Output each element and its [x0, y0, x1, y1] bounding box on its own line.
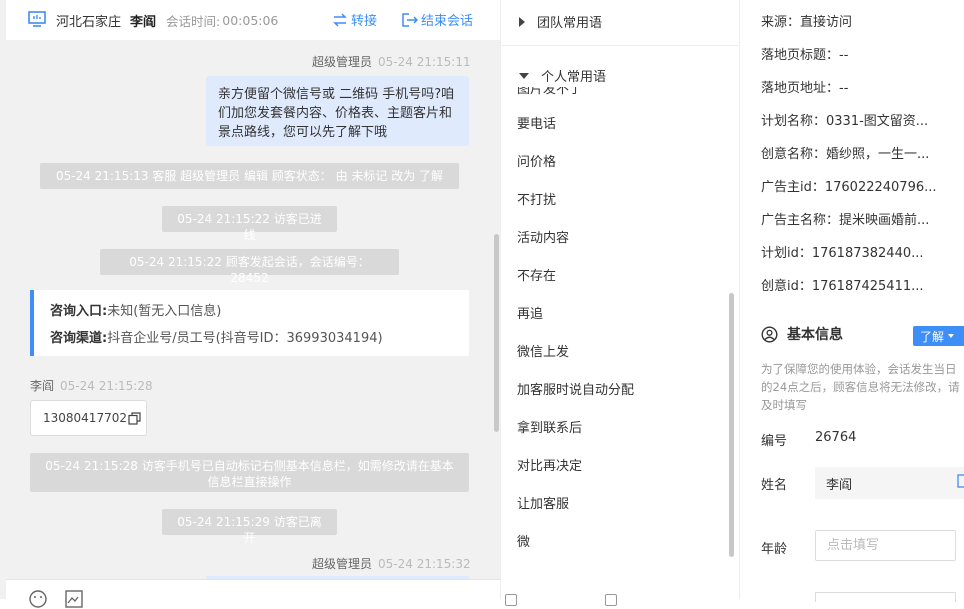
visitor-phone-message: 13080417702 [30, 400, 147, 436]
name-value: 李阎 [826, 477, 853, 493]
agent-message-meta: 超级管理员 05-24 21:15:11 [312, 53, 471, 70]
monitor-icon [28, 11, 46, 27]
basic-info-title: 基本信息 [761, 324, 843, 344]
message-sender: 超级管理员 [312, 55, 373, 69]
message-time: 05-24 21:15:28 [60, 379, 153, 393]
image-icon[interactable] [64, 589, 84, 609]
transfer-label: 转接 [351, 14, 378, 29]
name-field[interactable]: 李阎 [815, 467, 964, 499]
edit-notice: 为了保障您的使用体验，会话发生当日的24点之后，顾客信息将无法修改，请及时填写 [761, 362, 960, 412]
user-circle-icon [761, 325, 778, 343]
caret-right-icon [519, 16, 525, 27]
copy-icon[interactable] [956, 474, 964, 488]
caret-down-icon [519, 72, 529, 79]
system-message: 05-24 21:15:22 顾客发起会话，会话编号：28452 [100, 249, 399, 285]
chat-panel: 河北石家庄 李阎 会话时间: 00:05:06 转接 结束会话 超级管理员 05-… [0, 0, 500, 608]
transfer-button[interactable]: 转接 [332, 10, 377, 29]
visitor-location: 河北石家庄 [56, 14, 122, 30]
agent-message-meta: 超级管理员 05-24 21:15:32 [312, 555, 471, 572]
phrase-item[interactable]: 活动内容 [517, 227, 569, 246]
divider [501, 45, 741, 46]
phrase-item[interactable]: 不存在 [517, 265, 556, 284]
info-plan-id: 计划id：176187382440... [761, 246, 924, 261]
age-input[interactable] [815, 530, 956, 561]
checkbox[interactable] [505, 594, 517, 606]
chat-toolbar [6, 579, 500, 608]
chat-header: 河北石家庄 李阎 会话时间: 00:05:06 转接 结束会话 [6, 0, 500, 40]
exit-icon [402, 12, 418, 27]
system-message: 05-24 21:15:22 访客已进线 [162, 206, 337, 242]
copy-icon[interactable] [128, 411, 141, 425]
basic-info-label: 基本信息 [787, 327, 843, 343]
consult-channel-label: 咨询渠道: [50, 331, 108, 346]
number-label: 编号 [761, 434, 788, 449]
info-creative-name: 创意名称：婚纱照，一生一... [761, 147, 930, 162]
consult-entry-label: 咨询入口: [50, 304, 108, 319]
message-sender: 李阎 [30, 379, 55, 393]
transfer-icon [333, 12, 347, 27]
phrase-item[interactable]: 图片发不了 [517, 87, 582, 97]
chat-scrollbar[interactable] [494, 234, 499, 432]
system-message: 05-24 21:15:13 客服 超级管理员 编辑 顾客状态： 由 未标记 改… [40, 163, 459, 189]
visitor-phone: 13080417702 [43, 411, 127, 425]
system-message: 05-24 21:15:29 访客已离开 [162, 509, 337, 545]
info-advertiser-id: 广告主id：176022240796... [761, 180, 937, 195]
team-phrases-group[interactable]: 团队常用语 [519, 12, 602, 31]
personal-phrases-group[interactable]: 个人常用语 [519, 66, 606, 85]
info-landing-url: 落地页地址：-- [761, 81, 849, 96]
phrase-item[interactable]: 再追 [517, 303, 543, 322]
caret-down-icon [948, 334, 955, 338]
customer-status-label: 了解 [920, 329, 945, 344]
info-advertiser-name: 广告主名称：提米映画婚前... [761, 213, 930, 228]
visitor-message-meta: 李阎 05-24 21:15:28 [30, 377, 153, 394]
phrase-item[interactable]: 不打扰 [517, 189, 556, 208]
customer-status-dropdown[interactable]: 了解 [913, 326, 964, 346]
consult-channel-value: 抖音企业号/员工号(抖音号ID：36993034194) [107, 331, 383, 346]
end-session-label: 结束会话 [421, 14, 474, 29]
consult-entry-value: 未知(暂无入口信息) [107, 304, 222, 319]
phrase-item[interactable]: 微 [517, 531, 530, 550]
message-time: 05-24 21:15:32 [378, 557, 471, 571]
personal-phrases-label: 个人常用语 [541, 70, 607, 85]
phrase-item[interactable]: 问价格 [517, 151, 556, 170]
phrase-item[interactable]: 拿到联系后 [517, 417, 582, 436]
common-phrases-panel: 团队常用语 个人常用语 图片发不了 要电话 问价格 不打扰 活动内容 不存在 再… [500, 0, 741, 606]
phrase-item[interactable]: 要电话 [517, 113, 556, 132]
session-time: 00:05:06 [222, 12, 279, 28]
phrase-footer [501, 590, 741, 606]
message-time: 05-24 21:15:11 [378, 55, 471, 69]
phrase-list: 图片发不了 要电话 问价格 不打扰 活动内容 不存在 再追 微信上发 加客服时说… [501, 84, 741, 564]
info-landing-title: 落地页标题：-- [761, 48, 849, 63]
agent-message-bubble: 亲方便留个微信号或 二维码 手机号吗?咱们加您发套餐内容、价格表、主题客片和景点… [206, 76, 469, 146]
phrase-scrollbar[interactable] [729, 293, 734, 557]
name-label: 姓名 [761, 478, 788, 493]
phrase-item[interactable]: 加客服时说自动分配 [517, 379, 634, 398]
phrase-item[interactable]: 让加客服 [517, 493, 569, 512]
consult-info-card: 咨询入口:未知(暂无入口信息) 咨询渠道:抖音企业号/员工号(抖音号ID：369… [30, 290, 469, 356]
end-session-button[interactable]: 结束会话 [402, 10, 473, 29]
info-plan-name: 计划名称：0331-图文留资... [761, 114, 929, 129]
session-time-label: 会话时间: [166, 13, 221, 29]
field-box[interactable] [815, 592, 956, 602]
number-value: 26764 [815, 430, 857, 445]
checkbox[interactable] [605, 594, 617, 606]
phrase-item[interactable]: 对比再决定 [517, 455, 582, 474]
info-source: 来源：直接访问 [761, 15, 853, 30]
info-creative-id: 创意id：176187425411... [761, 279, 924, 294]
age-label: 年龄 [761, 542, 788, 557]
emoji-icon[interactable] [28, 589, 48, 609]
visitor-name: 李阎 [130, 14, 157, 30]
phrase-item[interactable]: 微信上发 [517, 341, 569, 360]
visitor-info-panel: 来源：直接访问 落地页标题：-- 落地页地址：-- 计划名称：0331-图文留资… [740, 0, 964, 602]
message-sender: 超级管理员 [312, 557, 373, 571]
system-message: 05-24 21:15:28 访客手机号已自动标记右侧基本信息栏，如需修改请在基… [30, 453, 469, 492]
team-phrases-label: 团队常用语 [537, 16, 603, 31]
